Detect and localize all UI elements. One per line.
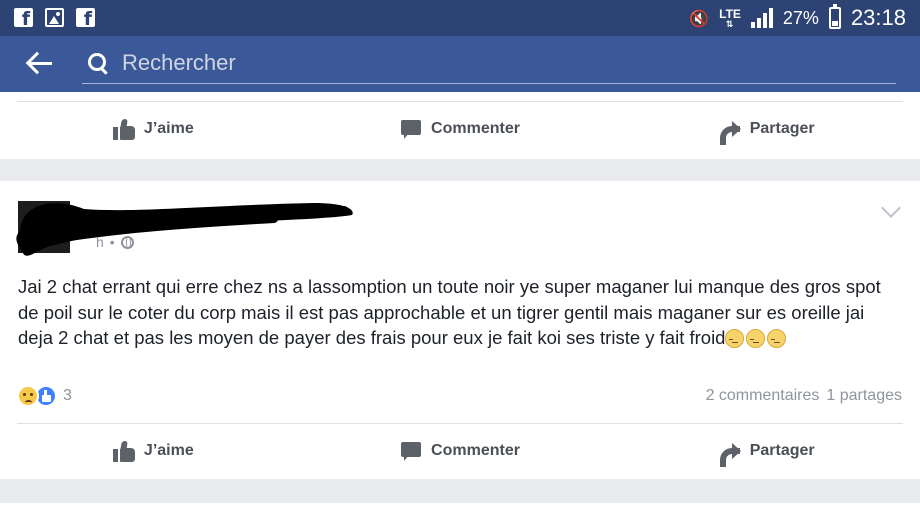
emoji-row [725,326,788,352]
comment-icon [400,118,422,140]
pensive-emoji-icon [725,329,745,349]
facebook-icon [76,8,95,30]
thumbs-up-icon [112,118,135,140]
search-input[interactable]: Rechercher [82,48,896,84]
next-post-card [0,503,920,518]
status-bar: 🔇 LTE⇅ 27% 23:18 [0,0,920,36]
thumbs-up-icon [112,440,135,462]
post-stats: 2 commentaires 1 partages [706,387,902,405]
post-timestamp[interactable]: h [96,234,104,250]
share-button[interactable]: Partager [613,423,920,479]
pensive-emoji-icon [767,329,787,349]
globe-icon [120,235,134,249]
system-icons: 🔇 LTE ⇅ 27% 23:18 [689,4,906,31]
previous-post-card: J’aime Commenter Partager [0,92,920,159]
share-button[interactable]: Partager [613,101,920,157]
comment-button[interactable]: Commenter [307,101,614,157]
search-placeholder: Rechercher [122,50,236,75]
facebook-icon [14,8,33,30]
search-bar: Rechercher [0,36,920,92]
battery-percent: 27% [782,7,819,28]
chevron-down-icon[interactable] [881,198,901,218]
post-action-bar: J’aime Commenter Partager [0,423,920,479]
data-arrows-icon: ⇅ [725,18,735,29]
share-arrow-icon [719,440,741,467]
comments-count-link[interactable]: 2 commentaires [706,387,820,405]
signal-icon [750,8,773,28]
clock: 23:18 [850,5,906,30]
share-label: Partager [749,120,815,137]
like-button[interactable]: J’aime [0,423,307,479]
like-label: J’aime [143,442,194,459]
comment-button[interactable]: Commenter [307,423,614,479]
post-text: Jai 2 chat errant qui erre chez ns a las… [18,274,902,352]
shares-count-link[interactable]: 1 partages [826,387,902,405]
sad-reaction-icon [17,385,39,407]
gallery-icon [45,8,64,27]
comment-icon [400,440,422,462]
post-action-bar: J’aime Commenter Partager [0,101,920,157]
back-arrow-icon[interactable] [26,51,54,77]
redaction-scribble [16,203,353,256]
post-card: h • Jai 2 chat errant qui erre chez ns a… [0,181,920,479]
network-type: LTE ⇅ [719,8,741,29]
search-icon [88,53,108,73]
mute-icon: 🔇 [689,8,710,28]
battery-fill [831,21,838,26]
like-button[interactable]: J’aime [0,101,307,157]
like-label: J’aime [143,120,194,137]
battery-icon [828,4,841,29]
reaction-count: 3 [63,387,72,404]
share-arrow-icon [719,118,741,145]
post-meta: h • [96,234,134,250]
pensive-emoji-icon [746,329,766,349]
reactions-summary[interactable]: 3 [17,385,72,407]
comment-label: Commenter [431,120,520,137]
notification-icons [14,8,95,30]
share-label: Partager [749,442,815,459]
comment-label: Commenter [431,442,520,459]
meta-separator: • [109,234,115,250]
